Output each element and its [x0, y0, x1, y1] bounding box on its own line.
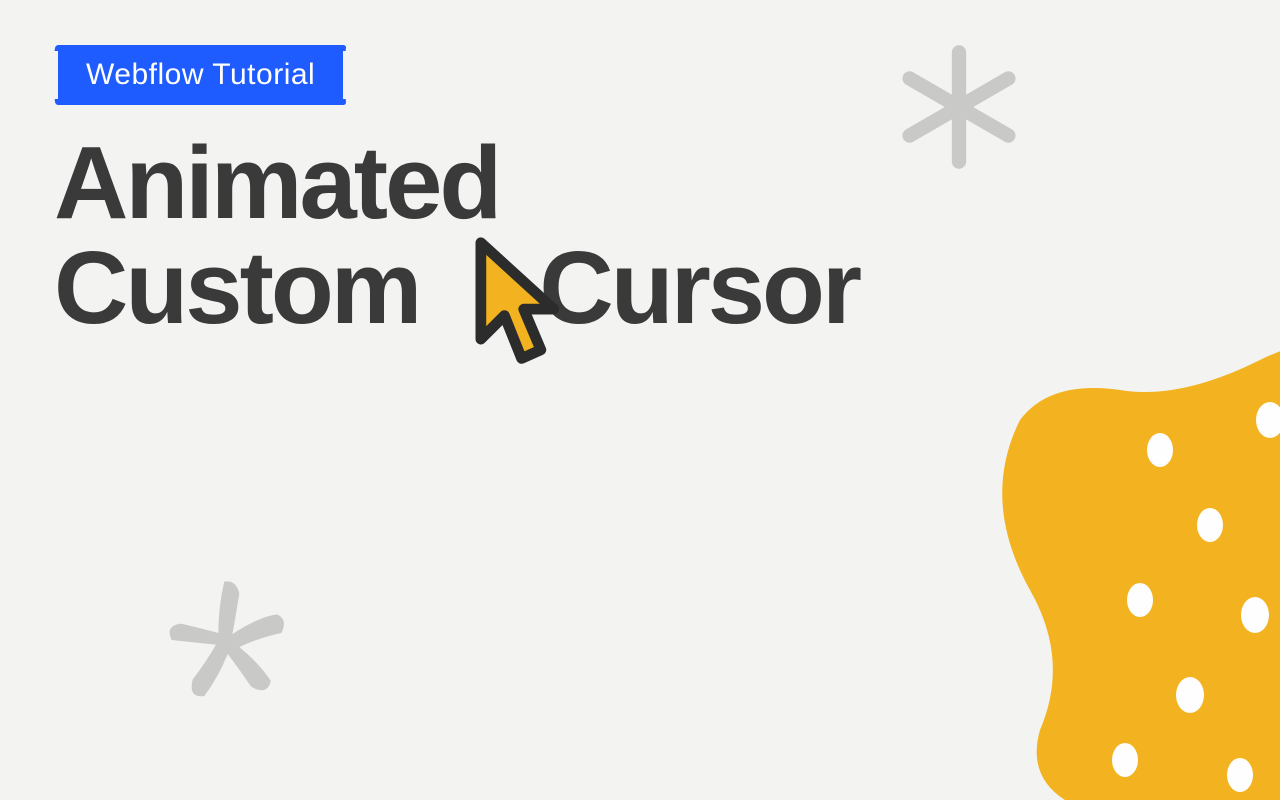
headline-word-cursor: Cursor	[539, 235, 859, 340]
cursor-pointer-icon	[458, 232, 568, 382]
headline-line-2: Custom Cursor	[54, 235, 859, 340]
asterisk-decoration-icon	[894, 42, 1024, 172]
headline: Animated Custom Cursor	[54, 130, 859, 340]
tutorial-badge: Webflow Tutorial	[58, 48, 343, 102]
asterisk-decoration-icon	[160, 570, 300, 710]
blob-decoration	[840, 300, 1280, 800]
headline-word-custom: Custom	[54, 235, 419, 340]
tutorial-badge-label: Webflow Tutorial	[86, 58, 315, 91]
headline-line-1: Animated	[54, 130, 859, 235]
